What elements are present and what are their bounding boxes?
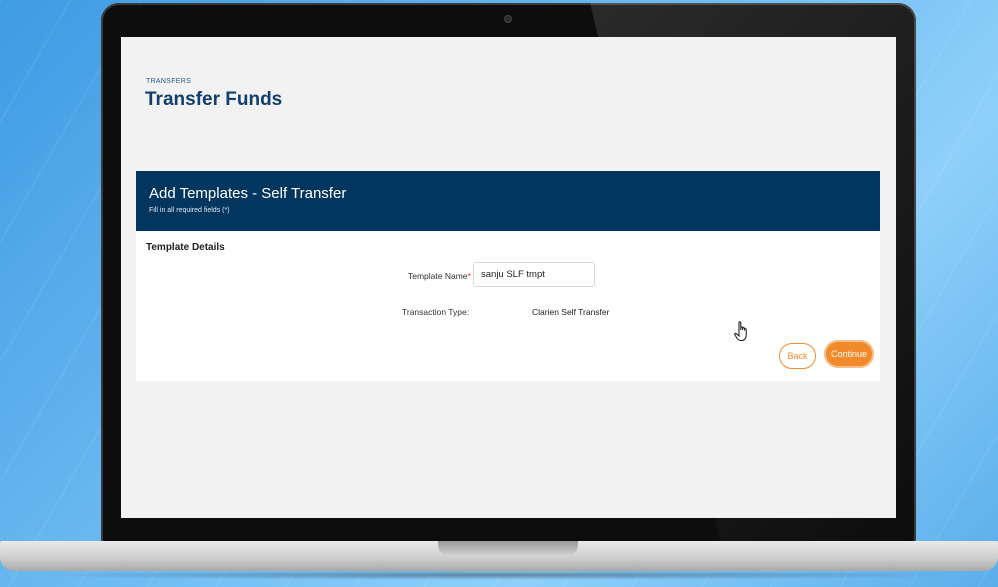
panel-header: Add Templates - Self Transfer Fill in al… bbox=[136, 171, 880, 231]
template-name-input[interactable] bbox=[473, 262, 595, 287]
app-screen: TRANSFERS Transfer Funds Add Templates -… bbox=[121, 37, 896, 518]
webcam-icon bbox=[505, 16, 511, 22]
template-details-form: Template Details Template Name* Transact… bbox=[136, 231, 880, 381]
template-name-label-text: Template Name bbox=[408, 271, 468, 281]
back-button[interactable]: Back bbox=[779, 343, 816, 369]
laptop-shadow bbox=[30, 570, 968, 580]
transaction-type-label: Transaction Type: bbox=[402, 307, 470, 317]
page-title: Transfer Funds bbox=[145, 89, 283, 110]
hand-pointer-icon bbox=[734, 321, 747, 341]
section-label: Template Details bbox=[146, 242, 225, 253]
required-mark: * bbox=[467, 271, 471, 281]
continue-button[interactable]: Continue bbox=[824, 340, 874, 368]
laptop-base-notch bbox=[438, 541, 578, 555]
template-name-label: Template Name* bbox=[408, 271, 471, 281]
panel-subtitle: Fill in all required fields (*) bbox=[149, 207, 230, 214]
transaction-type-value: Clarien Self Transfer bbox=[532, 307, 610, 317]
breadcrumb[interactable]: TRANSFERS bbox=[146, 78, 191, 85]
panel-title: Add Templates - Self Transfer bbox=[149, 185, 347, 202]
